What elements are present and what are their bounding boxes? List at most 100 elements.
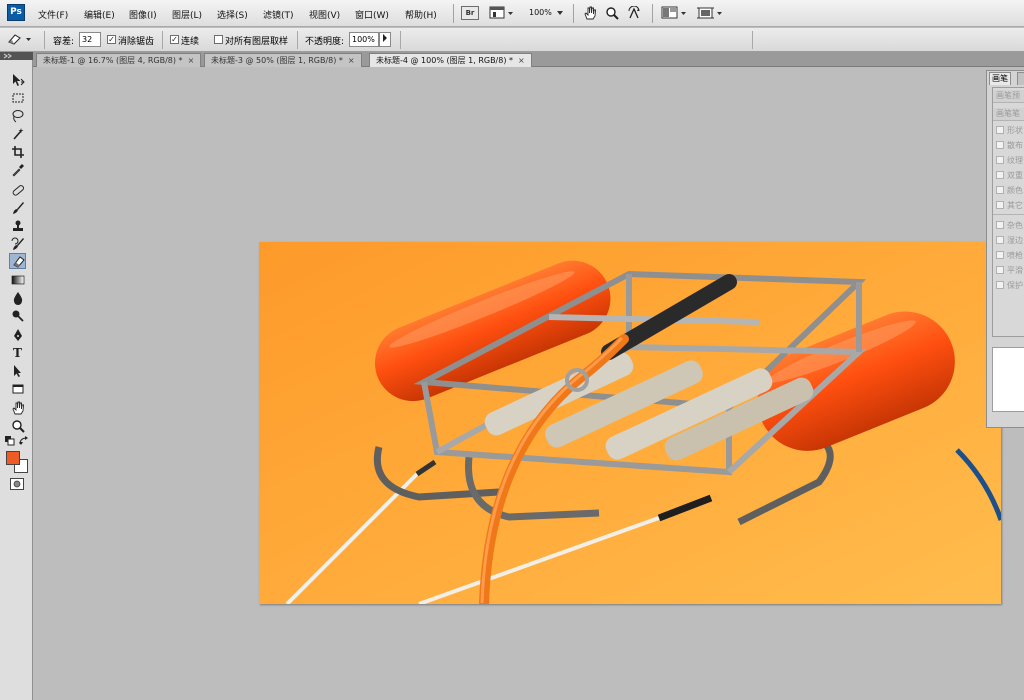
menu-image[interactable]: 图像(I) <box>129 8 157 21</box>
brush-tool-icon[interactable] <box>9 200 26 216</box>
option-label: 双重 <box>1007 171 1023 180</box>
quick-mask-icon[interactable] <box>10 478 24 490</box>
smoothing-checkbox[interactable] <box>996 266 1004 274</box>
option-protect-texture[interactable]: 保护 <box>996 280 1023 291</box>
brush-panel: 画笔 画笔预 画笔笔 形状 散布 纹理 双重 颜色 其它 杂色 湿边 喷枪 平滑… <box>986 70 1024 428</box>
hand-tool-icon[interactable] <box>9 400 26 416</box>
dodge-tool-icon[interactable] <box>9 308 26 324</box>
airbrush-checkbox[interactable] <box>996 251 1004 259</box>
options-bar: 容差: 32 ✓ 消除锯齿 ✓ 连续 对所有图层取样 不透明度: 100% <box>0 28 1024 52</box>
scattering-checkbox[interactable] <box>996 141 1004 149</box>
brush-presets-button[interactable]: 画笔预 <box>993 90 1024 103</box>
type-tool-icon[interactable]: T <box>9 345 26 361</box>
document-canvas[interactable] <box>259 242 1001 604</box>
marquee-tool-icon[interactable] <box>9 90 26 106</box>
tab-document-3[interactable]: 未标题-3 @ 50% (图层 1, RGB/8) * × <box>204 53 362 67</box>
shape-tool-icon[interactable] <box>9 381 26 397</box>
opacity-slider-arrow-icon[interactable] <box>379 32 391 47</box>
other-dynamics-checkbox[interactable] <box>996 201 1004 209</box>
option-other-dynamics[interactable]: 其它 <box>996 200 1023 211</box>
swap-colors-icon[interactable] <box>19 436 29 446</box>
pen-tool-icon[interactable] <box>9 327 26 343</box>
wet-edges-checkbox[interactable] <box>996 236 1004 244</box>
close-icon[interactable]: × <box>188 56 195 65</box>
photoshop-logo[interactable]: Ps <box>7 4 25 21</box>
document-workspace[interactable] <box>33 68 1024 700</box>
options-separator <box>752 31 753 49</box>
lasso-tool-icon[interactable] <box>9 108 26 124</box>
menu-edit[interactable]: 编辑(E) <box>84 8 115 21</box>
tab-label: 未标题-4 @ 100% (图层 1, RGB/8) * <box>376 56 514 65</box>
menu-layer[interactable]: 图层(L) <box>172 8 202 21</box>
menu-select[interactable]: 选择(S) <box>217 8 248 21</box>
opacity-label: 不透明度: <box>305 37 345 47</box>
zoom-dropdown-chevron-icon[interactable] <box>556 6 564 20</box>
tools-panel-header[interactable] <box>0 52 33 60</box>
tab-clone-source[interactable] <box>1017 72 1024 85</box>
brush-stroke-preview <box>992 347 1024 412</box>
antialias-label: 消除锯齿 <box>118 37 155 47</box>
hand-icon[interactable] <box>582 6 598 20</box>
rotate-view-icon[interactable] <box>626 6 642 20</box>
option-label: 湿边 <box>1007 236 1023 245</box>
blur-tool-icon[interactable] <box>9 290 26 306</box>
tab-label: 未标题-1 @ 16.7% (图层 4, RGB/8) * <box>43 56 183 65</box>
close-icon[interactable]: × <box>348 56 355 65</box>
eyedropper-tool-icon[interactable] <box>9 162 26 178</box>
menu-window[interactable]: 窗口(W) <box>355 8 389 21</box>
history-brush-tool-icon[interactable] <box>9 236 26 252</box>
path-selection-tool-icon[interactable] <box>9 363 26 379</box>
dual-brush-checkbox[interactable] <box>996 171 1004 179</box>
zoom-tool-icon[interactable] <box>9 418 26 434</box>
option-label: 颜色 <box>1007 186 1023 195</box>
clone-stamp-tool-icon[interactable] <box>9 218 26 234</box>
menu-help[interactable]: 帮助(H) <box>405 8 437 21</box>
crop-tool-icon[interactable] <box>9 144 26 160</box>
tool-preset-picker-icon[interactable] <box>6 32 34 46</box>
menu-filter[interactable]: 滤镜(T) <box>263 8 294 21</box>
screen-mode-frame-icon[interactable] <box>697 6 725 20</box>
antialias-checkbox[interactable]: ✓ <box>107 35 116 44</box>
screen-mode-icon[interactable] <box>489 6 515 20</box>
default-colors-icon[interactable] <box>5 436 15 446</box>
tab-label: 未标题-3 @ 50% (图层 1, RGB/8) * <box>211 56 343 65</box>
zoom-level[interactable]: 100% <box>529 8 552 17</box>
healing-brush-tool-icon[interactable] <box>9 182 26 198</box>
tolerance-input[interactable]: 32 <box>79 32 101 47</box>
gradient-tool-icon[interactable] <box>9 272 26 288</box>
protect-texture-checkbox[interactable] <box>996 281 1004 289</box>
option-airbrush[interactable]: 喷枪 <box>996 250 1023 261</box>
option-wet-edges[interactable]: 湿边 <box>996 235 1023 246</box>
texture-checkbox[interactable] <box>996 156 1004 164</box>
options-separator <box>400 31 401 49</box>
option-smoothing[interactable]: 平滑 <box>996 265 1023 276</box>
opacity-input[interactable]: 100% <box>349 32 379 47</box>
tab-document-1[interactable]: 未标题-1 @ 16.7% (图层 4, RGB/8) * × <box>36 53 202 67</box>
close-icon[interactable]: × <box>518 56 525 65</box>
noise-checkbox[interactable] <box>996 221 1004 229</box>
bridge-icon[interactable]: Br <box>461 6 479 20</box>
option-noise[interactable]: 杂色 <box>996 220 1023 231</box>
option-texture[interactable]: 纹理 <box>996 155 1023 166</box>
option-color-dynamics[interactable]: 颜色 <box>996 185 1023 196</box>
menu-view[interactable]: 视图(V) <box>309 8 340 21</box>
color-dynamics-checkbox[interactable] <box>996 186 1004 194</box>
eraser-tool-icon[interactable] <box>9 253 26 269</box>
option-dual-brush[interactable]: 双重 <box>996 170 1023 181</box>
contiguous-checkbox[interactable]: ✓ <box>170 35 179 44</box>
move-tool-icon[interactable] <box>9 72 26 88</box>
tab-brushes[interactable]: 画笔 <box>989 72 1011 85</box>
arrange-documents-icon[interactable] <box>661 6 689 20</box>
options-separator <box>297 31 298 49</box>
magic-wand-tool-icon[interactable] <box>9 126 26 142</box>
zoom-icon[interactable] <box>604 6 620 20</box>
foreground-color-swatch[interactable] <box>6 451 20 465</box>
option-scattering[interactable]: 散布 <box>996 140 1023 151</box>
shape-dynamics-checkbox[interactable] <box>996 126 1004 134</box>
option-shape-dynamics[interactable]: 形状 <box>996 125 1023 136</box>
menu-file[interactable]: 文件(F) <box>38 8 68 21</box>
brush-tip-shape-button[interactable]: 画笔笔 <box>993 108 1024 121</box>
option-label: 形状 <box>1007 126 1023 135</box>
tab-document-4[interactable]: 未标题-4 @ 100% (图层 1, RGB/8) * × <box>369 53 532 67</box>
sample-all-layers-checkbox[interactable] <box>214 35 223 44</box>
